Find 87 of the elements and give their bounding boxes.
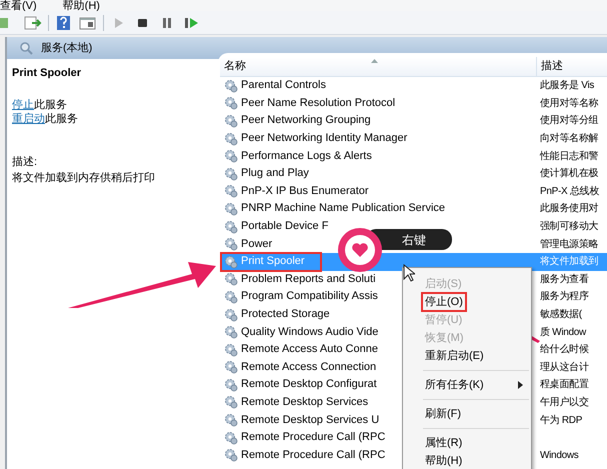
gear-icon [224, 395, 238, 410]
submenu-arrow-icon [518, 381, 523, 389]
service-description: 理从这台计 [539, 360, 589, 375]
service-description: PnP-X 总线枚 [539, 184, 599, 199]
service-description: 服务为程序 [539, 290, 589, 304]
service-description: 质 Window [539, 326, 586, 340]
gear-icon [224, 413, 238, 428]
service-description: 将文件加载到 [539, 254, 598, 270]
gear-icon [224, 290, 238, 304]
service-description: 管理电源策略 [539, 238, 598, 252]
action-text: 停止此服务 [12, 98, 68, 112]
gear-icon [224, 448, 238, 462]
service-description: 程桌面配置 [539, 378, 589, 392]
service-name[interactable]: Performance Logs & Alerts [241, 150, 372, 162]
service-name[interactable]: Remote Desktop Services U [241, 414, 380, 426]
service-name[interactable]: Program Compatibility Assis [241, 291, 378, 302]
gear-icon [224, 202, 238, 216]
column-header[interactable]: 名称 [220, 57, 537, 76]
menu-item[interactable]: 帮助(H) [62, 0, 100, 11]
gear-icon [224, 272, 238, 286]
export-icon[interactable] [24, 14, 42, 30]
gear-icon [224, 237, 238, 252]
service-name[interactable]: Power [241, 238, 272, 250]
description-label: 描述: [12, 154, 38, 170]
menu-item[interactable]: 所有任务(K) [425, 376, 531, 394]
menu-item[interactable]: 刷新(F) [425, 405, 531, 423]
search-icon [19, 41, 33, 55]
menu-item[interactable]: 查看(V) [0, 0, 37, 11]
gear-icon [224, 220, 238, 234]
service-name[interactable]: Quality Windows Audio Vide [241, 326, 378, 338]
service-name[interactable]: Remote Procedure Call (RPC [241, 450, 386, 461]
gear-icon [224, 254, 238, 269]
service-description: 使计算机在极 [539, 166, 598, 182]
service-name[interactable]: Remote Procedure Call (RPC [241, 432, 386, 444]
service-description: 此服务使用对 [539, 202, 598, 216]
service-description: 使用对等名称 [539, 96, 598, 111]
gear-icon [224, 132, 238, 146]
gear-icon [224, 360, 238, 374]
gear-icon [224, 308, 238, 322]
gear-icon [224, 325, 238, 340]
service-description: 敏感数据( [539, 308, 582, 322]
gear-icon [224, 342, 238, 357]
menu-item[interactable]: 属性(R) [425, 434, 531, 452]
action-link[interactable]: 停止 [12, 98, 34, 110]
service-description: 使用对等分组 [539, 114, 598, 128]
heart-callout-icon [336, 226, 384, 274]
gear-icon [224, 378, 238, 392]
service-name[interactable]: Remote Access Connection [241, 362, 376, 373]
menu-item[interactable]: 帮助(H) [425, 452, 531, 469]
menu-item[interactable]: 重新启动(E) [425, 347, 531, 365]
service-description: 强制可移动大 [539, 220, 598, 234]
action-text: 重启动此服务 [12, 112, 79, 126]
help-icon[interactable] [55, 14, 73, 30]
gear-icon [224, 166, 238, 181]
service-name[interactable]: Parental Controls [241, 80, 326, 92]
scope-title: 服务(本地) [41, 40, 92, 56]
service-description: 此服务是 Vis [539, 78, 594, 94]
service-name[interactable]: Remote Desktop Services [241, 396, 368, 408]
service-description: Windows [539, 448, 578, 463]
gear-icon [224, 78, 238, 93]
gear-icon [224, 149, 238, 164]
description-text: 将文件加载到内存供稍后打印 [12, 170, 156, 186]
action-link[interactable]: 重启动 [12, 112, 45, 124]
service-description: 服务为查看 [539, 272, 589, 287]
service-description: 向对等名称解 [539, 132, 598, 146]
service-name[interactable]: Portable Device F [241, 221, 328, 232]
console-icon[interactable] [79, 14, 97, 30]
service-name[interactable]: Peer Name Resolution Protocol [241, 98, 396, 109]
gear-icon [224, 430, 238, 445]
service-description: 性能日志和警 [538, 150, 598, 164]
service-name[interactable]: Problem Reports and Soluti [241, 274, 376, 285]
service-name[interactable]: Remote Desktop Configurat [241, 379, 377, 390]
service-title: Print Spooler [12, 66, 82, 81]
service-name[interactable]: Plug and Play [241, 168, 309, 180]
gear-icon [224, 96, 238, 110]
service-description: 午用户以交 [539, 396, 589, 410]
gear-icon [224, 114, 238, 128]
service-description: 给什么时候 [539, 342, 589, 358]
service-name[interactable]: Peer Networking Identity Manager [241, 133, 408, 144]
column-header[interactable]: 描述 [537, 57, 607, 76]
service-name[interactable]: Peer Networking Grouping [241, 115, 371, 126]
service-name[interactable]: Protected Storage [241, 309, 330, 320]
service-description: 午为 RDP [539, 414, 582, 428]
gear-icon [224, 184, 238, 198]
service-name[interactable]: Remote Access Auto Conne [241, 344, 378, 356]
service-name[interactable]: PnP-X IP Bus Enumerator [241, 186, 369, 197]
service-name[interactable]: PNRP Machine Name Publication Service [241, 203, 445, 214]
